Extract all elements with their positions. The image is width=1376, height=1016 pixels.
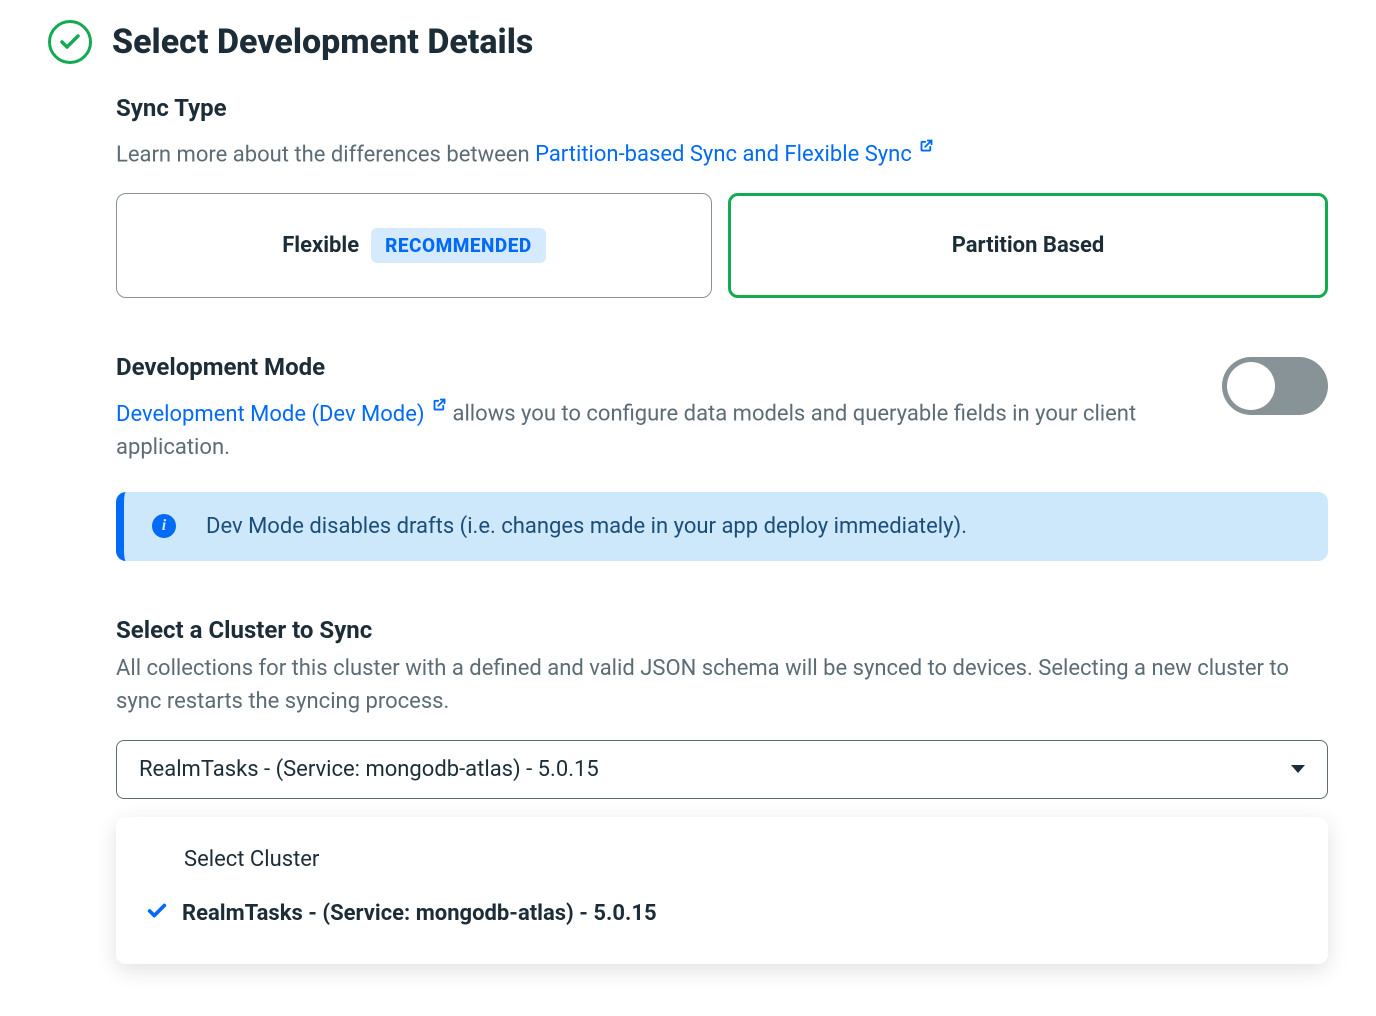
check-icon xyxy=(146,900,168,928)
devmode-info-banner: i Dev Mode disables drafts (i.e. changes… xyxy=(116,492,1328,561)
sync-type-description: Learn more about the differences between… xyxy=(116,130,1328,171)
sync-type-heading: Sync Type xyxy=(116,94,1328,122)
sync-option-partition[interactable]: Partition Based xyxy=(728,193,1328,298)
external-link-icon xyxy=(432,389,447,422)
devmode-description: Development Mode (Dev Mode) allows you t… xyxy=(116,389,1182,463)
devmode-banner-text: Dev Mode disables drafts (i.e. changes m… xyxy=(206,514,967,539)
cluster-dropdown-item[interactable]: RealmTasks - (Service: mongodb-atlas) - … xyxy=(146,890,1298,938)
devmode-toggle[interactable] xyxy=(1222,357,1328,415)
step-complete-icon xyxy=(48,20,92,64)
cluster-dropdown-item-label: RealmTasks - (Service: mongodb-atlas) - … xyxy=(182,901,657,926)
sync-option-flexible-label: Flexible xyxy=(282,233,359,258)
cluster-selected-value: RealmTasks - (Service: mongodb-atlas) - … xyxy=(139,757,599,782)
cluster-dropdown-header: Select Cluster xyxy=(146,835,1298,890)
devmode-heading: Development Mode xyxy=(116,353,1182,381)
page-title: Select Development Details xyxy=(112,22,533,62)
cluster-heading: Select a Cluster to Sync xyxy=(116,616,1328,644)
cluster-dropdown-panel: Select Cluster RealmTasks - (Service: mo… xyxy=(116,817,1328,964)
cluster-description: All collections for this cluster with a … xyxy=(116,652,1328,718)
chevron-down-icon xyxy=(1291,765,1305,773)
info-icon: i xyxy=(152,514,176,538)
cluster-select[interactable]: RealmTasks - (Service: mongodb-atlas) - … xyxy=(116,740,1328,799)
sync-option-flexible[interactable]: Flexible RECOMMENDED xyxy=(116,193,712,298)
sync-option-partition-label: Partition Based xyxy=(952,233,1105,258)
sync-type-learn-link[interactable]: Partition-based Sync and Flexible Sync xyxy=(535,142,934,167)
recommended-badge: RECOMMENDED xyxy=(371,228,546,263)
toggle-knob xyxy=(1227,362,1275,410)
devmode-link[interactable]: Development Mode (Dev Mode) xyxy=(116,402,452,427)
external-link-icon xyxy=(919,130,934,163)
